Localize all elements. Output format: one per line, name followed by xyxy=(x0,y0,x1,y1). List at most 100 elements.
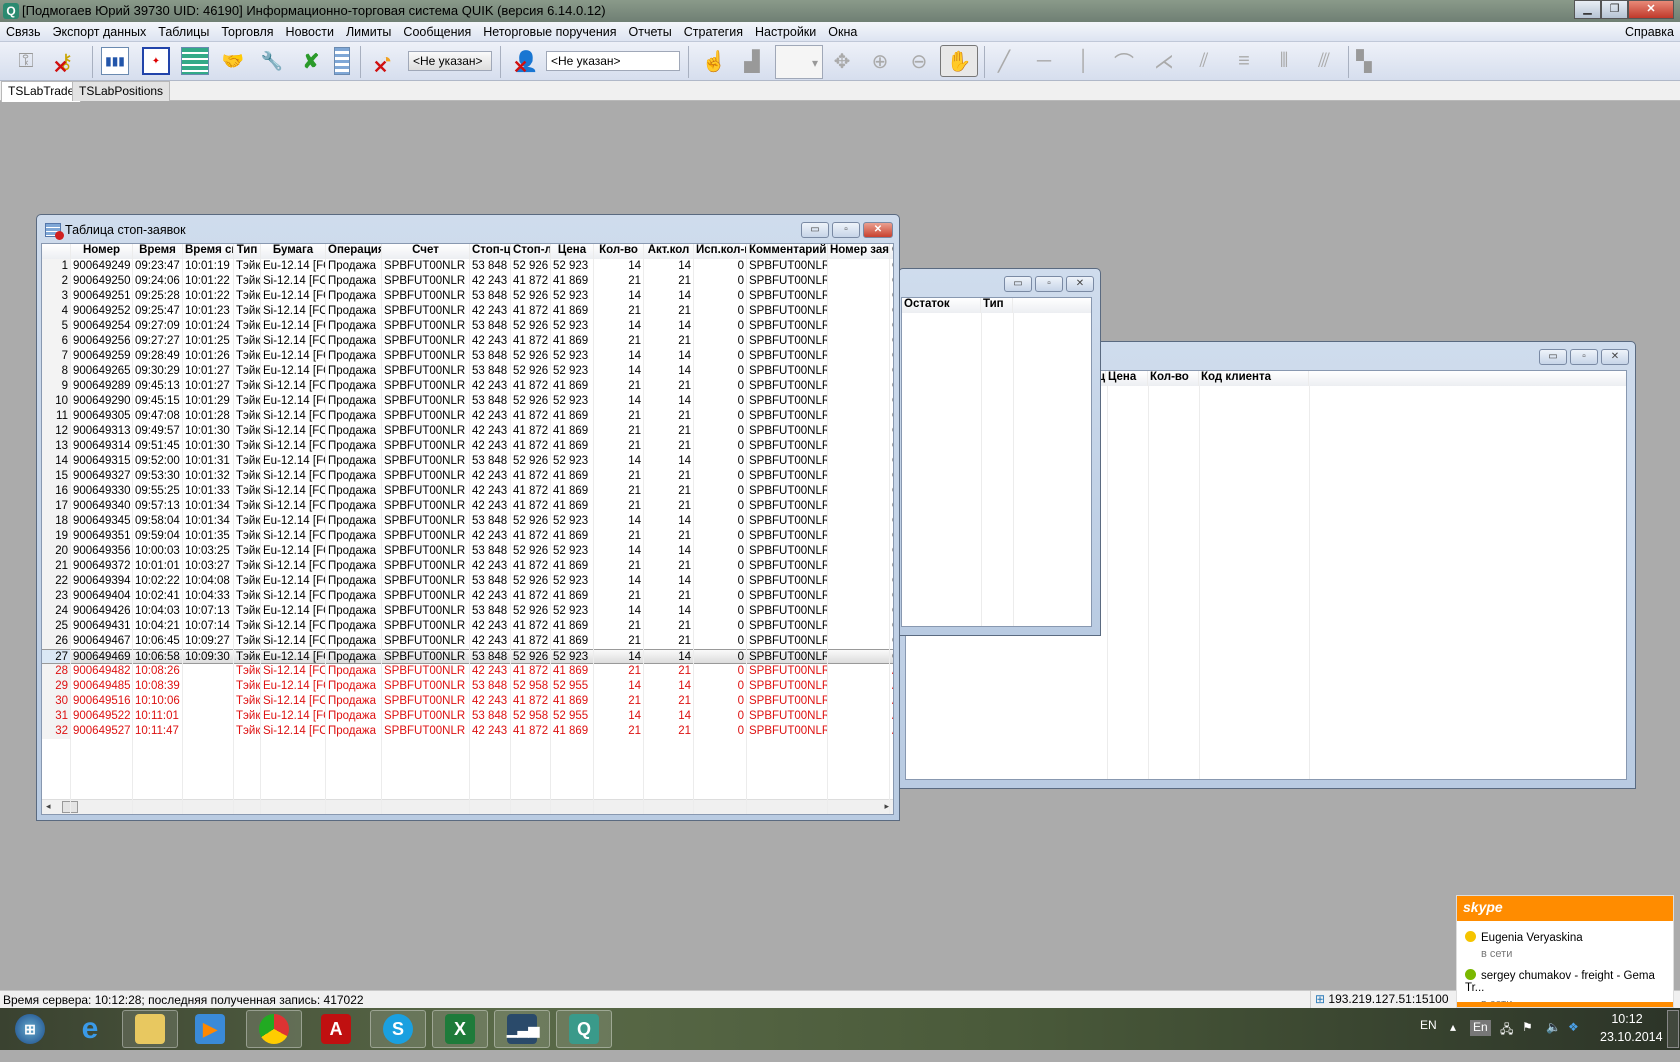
menu-limits[interactable]: Лимиты xyxy=(340,25,397,39)
col-header-stop-price[interactable]: Стоп-цена xyxy=(470,244,511,259)
col-header-operation[interactable]: Операция xyxy=(326,244,382,259)
table-row[interactable]: 2590064943110:04:2110:07:14Тэйк-Si-12.14… xyxy=(42,619,893,634)
table-row[interactable]: 990064928909:45:1310:01:27Тэйк-Si-12.14 … xyxy=(42,379,893,394)
col-header-client-code[interactable]: Код клиента xyxy=(1199,371,1309,386)
arc-tool-icon[interactable]: ⌒ xyxy=(1110,47,1138,75)
input-language[interactable]: En xyxy=(1470,1020,1491,1036)
tab-tslabpositions[interactable]: TSLabPositions xyxy=(72,81,171,101)
chart-table-icon[interactable]: ▮▮▮ xyxy=(101,47,129,75)
chart-type-dropdown[interactable]: ▾ xyxy=(775,45,823,79)
quotes-icon[interactable]: ✦ xyxy=(142,47,170,75)
table-row[interactable]: 2990064948510:08:39 Тэйк-Eu-12.14 [FOПрод… xyxy=(42,679,893,694)
table-row[interactable]: 1990064935109:59:0410:01:35Тэйк-Si-12.14… xyxy=(42,529,893,544)
fan-tool-icon[interactable]: ⋌ xyxy=(1150,47,1178,75)
table-row[interactable]: 1790064934009:57:1310:01:34Тэйк-Si-12.14… xyxy=(42,499,893,514)
skype-icon[interactable]: S xyxy=(370,1010,426,1048)
key-icon[interactable]: ⚿ xyxy=(12,47,40,75)
menu-tables[interactable]: Таблицы xyxy=(152,25,215,39)
col-header-filled-qty[interactable]: Исп.кол-во xyxy=(694,244,747,259)
table-row[interactable]: 2690064946710:06:4510:09:27Тэйк-Si-12.14… xyxy=(42,634,893,649)
portfolio-combo[interactable]: <Не указан> xyxy=(408,51,492,71)
client-icon[interactable]: 👤 xyxy=(512,47,540,79)
move-icon[interactable]: ✥ xyxy=(828,47,856,75)
col-header-price[interactable]: Цена xyxy=(1106,371,1148,386)
show-hidden-icons[interactable]: ▴ xyxy=(1450,1020,1456,1062)
table-row[interactable]: 1690064933009:55:2510:01:33Тэйк-Si-12.14… xyxy=(42,484,893,499)
explorer-icon[interactable] xyxy=(122,1010,178,1048)
ie-icon[interactable]: e xyxy=(62,1010,118,1048)
export-excel-icon[interactable]: ✘ xyxy=(297,47,325,75)
scroll-left-icon[interactable]: ◂ xyxy=(46,801,51,812)
hline-tool-icon[interactable]: ─ xyxy=(1030,47,1058,75)
fibonacci-levels-icon[interactable]: ≡ xyxy=(1230,47,1258,75)
close-button[interactable]: ✕ xyxy=(1628,0,1674,19)
excel-icon[interactable]: X xyxy=(432,1010,488,1048)
col-header-security[interactable]: Бумага xyxy=(261,244,326,259)
table-row[interactable]: 1390064931409:51:4510:01:30Тэйк-Si-12.14… xyxy=(42,439,893,454)
col-header-cancel-time[interactable]: Время сн xyxy=(183,244,234,259)
table-row[interactable]: 3190064952210:11:01 Тэйк-Eu-12.14 [FOПрод… xyxy=(42,709,893,724)
table-row[interactable]: 3290064952710:11:47 Тэйк-Si-12.14 [FORПро… xyxy=(42,724,893,739)
acrobat-icon[interactable]: A xyxy=(308,1010,364,1048)
table-row[interactable]: 2190064937210:01:0110:03:27Тэйк-Si-12.14… xyxy=(42,559,893,574)
table-more-icon[interactable] xyxy=(334,47,350,75)
table-row[interactable]: 2890064948210:08:26 Тэйк-Si-12.14 [FORПро… xyxy=(42,664,893,679)
close-button[interactable]: ✕ xyxy=(1601,349,1629,365)
table-row[interactable]: 190064924909:23:4710:01:19Тэйк-Eu-12.14 … xyxy=(42,259,893,274)
col-header-order-number[interactable]: Номер xyxy=(71,244,133,259)
col-header-type[interactable]: Тип xyxy=(981,298,1013,313)
table-icon[interactable] xyxy=(181,47,209,75)
col-header-order-id[interactable]: Номер заявки xyxy=(828,244,890,259)
dropbox-icon[interactable]: ❖ xyxy=(1568,1020,1579,1062)
menu-export[interactable]: Экспорт данных xyxy=(47,25,153,39)
minimize-button[interactable]: ▭ xyxy=(801,222,829,238)
channel-tool-icon[interactable]: ⫻ xyxy=(1310,47,1338,75)
zoom-out-icon[interactable]: ⊖ xyxy=(905,47,933,75)
minimize-button[interactable]: ▭ xyxy=(1539,349,1567,365)
pointer-hand-icon[interactable]: ☝ xyxy=(700,47,728,75)
col-header-status[interactable]: С xyxy=(890,244,893,259)
clock[interactable]: 10:12 23.10.2014 xyxy=(1600,1012,1663,1054)
table-row[interactable]: 1190064930509:47:0810:01:28Тэйк-Si-12.14… xyxy=(42,409,893,424)
col-header-time[interactable]: Время xyxy=(133,244,183,259)
col-header-qty[interactable]: Кол-во xyxy=(1148,371,1199,386)
table-row[interactable]: 290064925009:24:0610:01:22Тэйк-Si-12.14 … xyxy=(42,274,893,289)
line-tool-icon[interactable]: ╱ xyxy=(990,47,1018,75)
volume-bars-icon[interactable]: ▟ xyxy=(738,47,766,75)
maximize-button[interactable]: ▫ xyxy=(832,222,860,238)
minimize-button[interactable]: ▁ xyxy=(1574,0,1601,19)
menu-svyaz[interactable]: Связь xyxy=(0,25,47,39)
client-combo[interactable]: <Не указан> xyxy=(546,51,680,71)
restore-button[interactable]: ❐ xyxy=(1601,0,1628,19)
skype-notification[interactable]: skype Eugenia Veryaskina в сети sergey c… xyxy=(1456,895,1674,1010)
col-header-quantity[interactable]: Кол-во xyxy=(594,244,644,259)
chrome-icon[interactable] xyxy=(246,1010,302,1048)
col-header-stop-limit[interactable]: Стоп-лимит xyxy=(511,244,551,259)
table-row[interactable]: 690064925609:27:2710:01:25Тэйк-Si-12.14 … xyxy=(42,334,893,349)
table-row[interactable]: 790064925909:28:4910:01:26Тэйк-Eu-12.14 … xyxy=(42,349,893,364)
table-row[interactable]: 2090064935610:00:0310:03:25Тэйк-Eu-12.14… xyxy=(42,544,893,559)
table-row[interactable]: 390064925109:25:2810:01:22Тэйк-Eu-12.14 … xyxy=(42,289,893,304)
minimize-button[interactable]: ▭ xyxy=(1004,276,1032,292)
table-row[interactable]: 2390064940410:02:4110:04:33Тэйк-Si-12.14… xyxy=(42,589,893,604)
table-row[interactable]: 2290064939410:02:2210:04:08Тэйк-Eu-12.14… xyxy=(42,574,893,589)
close-button[interactable]: ✕ xyxy=(863,222,893,238)
action-center-flag-icon[interactable]: ⚑ xyxy=(1522,1020,1533,1062)
fibonacci-fan-icon[interactable]: ⫽ xyxy=(1190,47,1218,75)
close-button[interactable]: ✕ xyxy=(1066,276,1094,292)
table-row[interactable]: 1890064934509:58:0410:01:34Тэйк-Eu-12.14… xyxy=(42,514,893,529)
menu-settings[interactable]: Настройки xyxy=(749,25,822,39)
quik-taskbar-icon[interactable]: Q xyxy=(556,1010,612,1048)
start-button[interactable]: ⊞ xyxy=(2,1010,58,1048)
deals-table-icon[interactable]: 🤝 xyxy=(219,47,247,75)
menu-nontrading[interactable]: Неторговые поручения xyxy=(477,25,622,39)
tab-tslabtrade[interactable]: TSLabTrade xyxy=(1,81,82,102)
portfolio-pie-icon[interactable]: ◔ xyxy=(372,47,400,79)
chart-app-icon[interactable]: ▁▃▅ xyxy=(494,1010,550,1048)
show-desktop-button[interactable] xyxy=(1667,1010,1679,1048)
maximize-button[interactable]: ▫ xyxy=(1035,276,1063,292)
menu-reports[interactable]: Отчеты xyxy=(623,25,678,39)
time-zones-icon[interactable]: ⦀ xyxy=(1270,47,1298,75)
media-player-icon[interactable]: ▶ xyxy=(182,1010,238,1048)
table-row[interactable]: 1290064931309:49:5710:01:30Тэйк-Si-12.14… xyxy=(42,424,893,439)
